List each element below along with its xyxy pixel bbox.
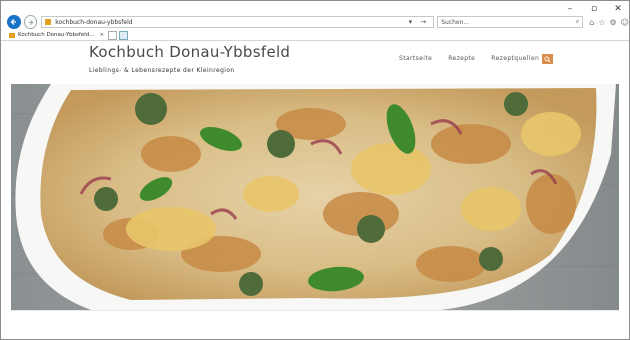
navigation-bar: kochbuch-donau-ybbsfeld ▾ → Suchen... ⌕ … bbox=[1, 13, 629, 31]
site-search-button[interactable] bbox=[542, 54, 553, 64]
chrome-divider bbox=[1, 40, 629, 41]
settings-gear-icon[interactable]: ⚙ bbox=[609, 18, 616, 27]
tab-row: Kochbuch Donau-Ybbsfeld... × bbox=[1, 30, 629, 40]
address-actions[interactable]: ▾ → bbox=[409, 18, 430, 26]
site-favicon-icon bbox=[45, 19, 52, 25]
search-icon[interactable]: ⌕ bbox=[576, 18, 579, 26]
forward-arrow-icon[interactable] bbox=[23, 15, 38, 29]
site-navigation: Startseite Rezepte Rezeptquellen bbox=[399, 55, 539, 62]
tab-active[interactable]: Kochbuch Donau-Ybbsfeld... × bbox=[9, 32, 104, 38]
tab-favicon-icon bbox=[9, 32, 15, 38]
content-divider bbox=[11, 310, 619, 311]
nav-item-rezepte[interactable]: Rezepte bbox=[448, 55, 475, 62]
tab-list-icon[interactable] bbox=[119, 30, 129, 40]
hero-image bbox=[11, 84, 619, 310]
browser-window: – ▫ ✕ kochbuch-donau-ybbsfeld ▾ → Suchen… bbox=[0, 0, 630, 340]
tab-title: Kochbuch Donau-Ybbsfeld... bbox=[18, 32, 95, 38]
browser-search-input[interactable]: Suchen... ⌕ bbox=[437, 16, 584, 28]
feedback-smiley-icon[interactable]: ☺ bbox=[621, 18, 629, 27]
new-tab-icon[interactable] bbox=[108, 30, 118, 40]
nav-item-startseite[interactable]: Startseite bbox=[399, 55, 432, 62]
home-icon[interactable]: ⌂ bbox=[589, 18, 594, 27]
nav-item-rezeptquellen[interactable]: Rezeptquellen bbox=[491, 55, 539, 62]
site-tagline: Lieblings- & Lebensrezepte der Kleinregi… bbox=[89, 67, 235, 74]
favorites-icon[interactable]: ☆ bbox=[598, 18, 605, 27]
site-title[interactable]: Kochbuch Donau-Ybbsfeld bbox=[89, 43, 290, 61]
search-placeholder: Suchen... bbox=[441, 18, 470, 26]
address-url: kochbuch-donau-ybbsfeld bbox=[55, 18, 133, 26]
address-bar[interactable]: kochbuch-donau-ybbsfeld ▾ → bbox=[41, 16, 435, 28]
browser-toolbar-icons: ⌂ ☆ ⚙ ☺ bbox=[589, 18, 629, 27]
magnifier-icon bbox=[544, 56, 551, 62]
tab-close-icon[interactable]: × bbox=[100, 32, 105, 38]
back-arrow-icon[interactable] bbox=[7, 15, 21, 29]
